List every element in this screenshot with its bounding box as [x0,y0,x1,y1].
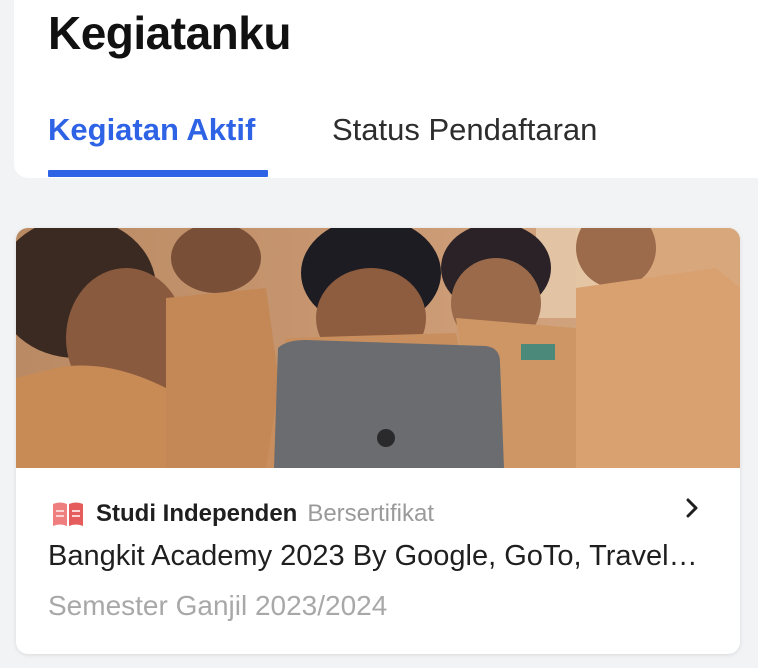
activity-semester: Semester Ganjil 2023/2024 [48,590,388,621]
activity-photo [16,228,740,468]
certificate-label: Bersertifikat [307,500,435,527]
activity-meta: Studi Independen Bersertifikat [52,498,434,530]
chevron-right-icon[interactable] [682,496,702,520]
tab-status-pendaftaran[interactable]: Status Pendaftaran [332,112,597,148]
activity-title: Bangkit Academy 2023 By Google, GoTo, Tr… [48,540,708,572]
page-title: Kegiatanku [48,7,291,59]
active-tab-indicator [48,170,268,177]
category-label: Studi Independen [96,500,298,527]
activity-card[interactable]: Studi Independen Bersertifikat Bangkit A… [16,228,740,654]
book-icon [53,502,83,526]
tab-kegiatan-aktif[interactable]: Kegiatan Aktif [48,112,255,148]
